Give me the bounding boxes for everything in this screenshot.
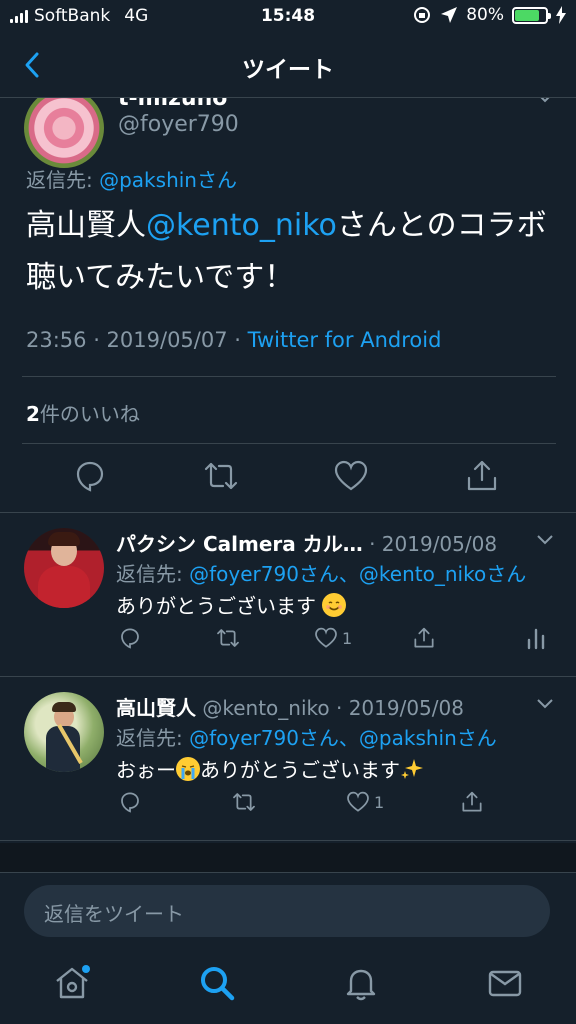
divider xyxy=(0,512,576,513)
reply-compose-input[interactable]: 返信をツイート xyxy=(24,885,550,937)
timestamp: · 2019/05/08 xyxy=(362,532,498,556)
likes-count-link[interactable]: 2件のいいね xyxy=(26,398,140,427)
divider xyxy=(22,443,556,444)
battery-icon xyxy=(512,6,551,24)
reply-button[interactable] xyxy=(118,626,142,650)
smiling-face-emoji-icon xyxy=(322,593,347,617)
like-heart-icon xyxy=(347,791,369,812)
compose-placeholder: 返信をツイート xyxy=(44,902,184,926)
reply-header: 高山賢人 @kento_niko · 2019/05/08 xyxy=(116,692,464,721)
battery-percent: 80% xyxy=(466,5,504,25)
bell-icon[interactable] xyxy=(341,963,381,1003)
charging-bolt-icon xyxy=(556,6,566,24)
nav-header: ツイート xyxy=(0,34,576,98)
retweet-icon xyxy=(233,793,255,811)
location-arrow-icon xyxy=(441,7,458,23)
reply-to-label: 返信先: xyxy=(116,562,190,586)
share-icon[interactable] xyxy=(464,458,500,494)
reply-text-body: おぉー xyxy=(116,758,176,782)
reply-icon xyxy=(121,792,139,813)
reply-to-label: 返信先: xyxy=(116,726,190,750)
like-label: 件のいいね xyxy=(39,402,140,426)
share-icon xyxy=(414,627,434,648)
like-count: 2 xyxy=(26,402,40,426)
search-icon[interactable] xyxy=(197,963,237,1003)
reply-actions: 1 xyxy=(0,790,576,820)
like-count: 1 xyxy=(342,628,353,648)
like-heart-icon[interactable] xyxy=(333,458,369,494)
reply-text-body: ありがとうございます xyxy=(116,594,316,618)
author-handle[interactable]: @foyer790 xyxy=(118,112,239,137)
reply-icon[interactable] xyxy=(72,458,108,494)
avatar[interactable] xyxy=(24,692,104,772)
like-heart-icon xyxy=(315,627,337,648)
chevron-down-icon[interactable] xyxy=(536,698,554,710)
author-name[interactable]: パクシン Calmera カル… xyxy=(116,532,363,556)
status-bar: SoftBank 4G 15:48 80% xyxy=(0,0,576,34)
page-title: ツイート xyxy=(242,57,334,83)
sparkles-emoji-icon xyxy=(401,759,423,779)
retweet-icon xyxy=(217,629,239,647)
divider xyxy=(0,840,576,841)
reply-to: 返信先: @foyer790さん、@kento_nikoさん xyxy=(116,558,526,587)
share-button[interactable] xyxy=(412,626,436,650)
author-name[interactable]: 高山賢人 xyxy=(116,696,196,720)
reply-text: おぉー ありがとうございます xyxy=(116,754,424,783)
analytics-button[interactable] xyxy=(526,626,546,650)
reply-to-link[interactable]: @pakshinさん xyxy=(99,168,237,192)
reply-to-links[interactable]: @foyer790さん、@pakshinさん xyxy=(189,726,497,750)
tweet-actions xyxy=(0,458,576,498)
reply-to: 返信先: @foyer790さん、@pakshinさん xyxy=(116,722,497,751)
reply-tweet[interactable]: パクシン Calmera カル… · 2019/05/08 返信先: @foye… xyxy=(0,528,576,672)
mention-link[interactable]: @kento_niko xyxy=(146,208,337,243)
retweet-button[interactable] xyxy=(231,790,257,814)
tweet-meta: 23:56 · 2019/05/07 · Twitter for Android xyxy=(26,328,441,352)
reply-tweet[interactable]: 高山賢人 @kento_niko · 2019/05/08 返信先: @foye… xyxy=(0,692,576,836)
retweet-icon[interactable] xyxy=(203,458,239,494)
author-handle[interactable]: @kento_niko xyxy=(196,696,329,720)
mail-icon[interactable] xyxy=(485,963,525,1003)
reply-to: 返信先: @pakshinさん xyxy=(26,164,237,193)
reply-actions: 1 xyxy=(0,626,576,656)
spacer xyxy=(0,843,576,873)
like-count: 1 xyxy=(374,792,385,812)
reply-text: ありがとうございます xyxy=(116,590,347,619)
avatar[interactable] xyxy=(24,98,104,168)
avatar[interactable] xyxy=(24,528,104,608)
reply-button[interactable] xyxy=(118,790,142,814)
reply-text-body-rest: ありがとうございます xyxy=(200,758,400,782)
author-name[interactable]: t-mizuho xyxy=(118,98,227,111)
tweet-text: 高山賢人 xyxy=(26,208,146,243)
analytics-bars-icon xyxy=(527,628,545,650)
timestamp: · 2019/05/08 xyxy=(329,696,464,720)
like-button[interactable]: 1 xyxy=(346,790,384,814)
chevron-down-icon[interactable] xyxy=(536,534,554,546)
focal-tweet: t-mizuho @foyer790 返信先: @pakshinさん 高山賢人@… xyxy=(0,98,576,512)
share-button[interactable] xyxy=(460,790,484,814)
orientation-lock-icon xyxy=(414,7,431,23)
client-link[interactable]: Twitter for Android xyxy=(248,328,442,352)
divider xyxy=(0,676,576,677)
share-icon xyxy=(462,791,482,812)
like-button[interactable]: 1 xyxy=(314,626,352,650)
tweet-body: 高山賢人@kento_nikoさんとのコラボ聴いてみたいです！ xyxy=(26,200,556,304)
bottom-bar: 返信をツイート xyxy=(0,872,576,1024)
reply-header: パクシン Calmera カル… · 2019/05/08 xyxy=(116,528,497,557)
divider xyxy=(22,376,556,377)
timestamp: 23:56 · 2019/05/07 · xyxy=(26,328,248,352)
notification-dot xyxy=(82,965,90,973)
retweet-button[interactable] xyxy=(215,626,241,650)
reply-to-links[interactable]: @foyer790さん、@kento_nikoさん xyxy=(189,562,526,586)
chevron-down-icon[interactable] xyxy=(536,98,554,104)
reply-to-label: 返信先: xyxy=(26,168,100,192)
crying-face-emoji-icon xyxy=(176,757,200,781)
reply-icon xyxy=(121,628,139,649)
